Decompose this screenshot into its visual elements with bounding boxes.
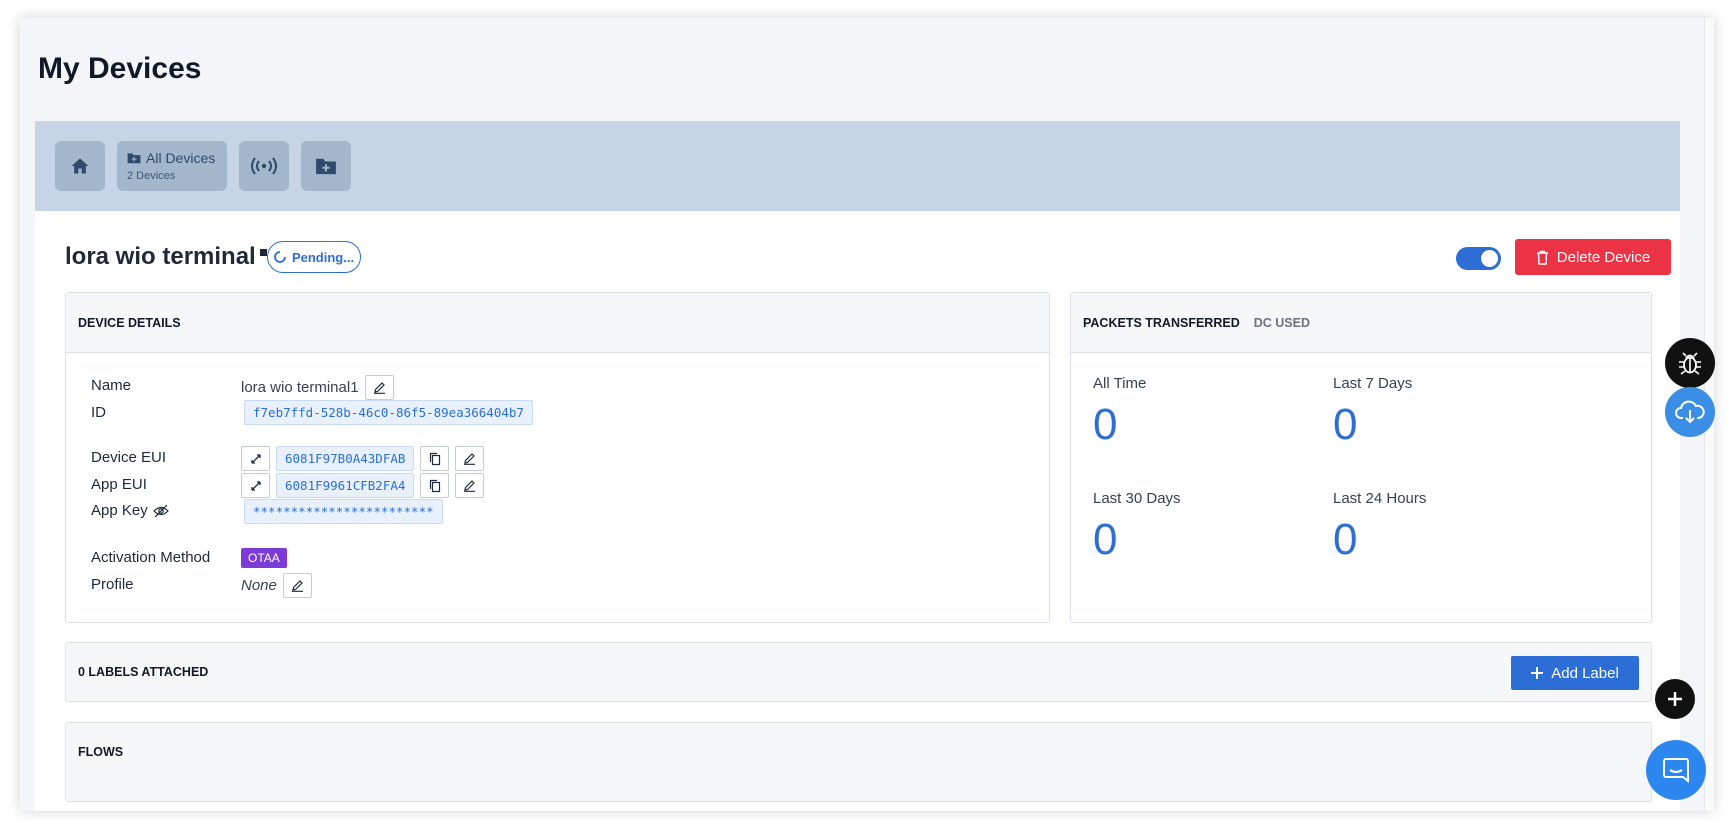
- stat-label: Last 30 Days: [1093, 490, 1181, 507]
- copy-app-eui-button[interactable]: [420, 473, 450, 498]
- copy-icon: [429, 452, 441, 465]
- stat-last-24-hours: Last 24 Hours 0: [1333, 490, 1426, 565]
- eye-slash-icon[interactable]: [152, 504, 169, 518]
- flows-card: FLOWS: [65, 722, 1652, 802]
- stat-last-7-days: Last 7 Days 0: [1333, 375, 1412, 450]
- device-title-text: lora wio terminal: [65, 243, 256, 270]
- status-badge: Pending...: [267, 241, 361, 273]
- hotspot-button[interactable]: [239, 141, 289, 191]
- device-eui-value[interactable]: 6081F97B0A43DFAB: [276, 446, 415, 471]
- broadcast-icon: [251, 157, 277, 175]
- folder-plus-icon: [316, 158, 336, 175]
- trash-icon: [1536, 250, 1548, 265]
- copy-icon: [429, 479, 441, 492]
- all-devices-label: All Devices: [146, 150, 216, 166]
- stat-value: 0: [1333, 400, 1358, 449]
- device-toolbar: All Devices 2 Devices: [35, 121, 1680, 211]
- copy-device-eui-button[interactable]: [420, 446, 450, 471]
- device-title: lora wio terminal: [65, 243, 267, 271]
- stat-last-30-days: Last 30 Days 0: [1093, 490, 1181, 565]
- debug-button[interactable]: [1665, 338, 1715, 388]
- all-devices-button[interactable]: All Devices 2 Devices: [117, 141, 227, 191]
- flows-header: FLOWS: [78, 745, 124, 759]
- name-value: lora wio terminal1: [241, 379, 359, 396]
- cloud-download-icon: [1675, 400, 1705, 424]
- chat-icon: [1663, 758, 1689, 783]
- device-enable-toggle[interactable]: [1456, 247, 1501, 270]
- stat-label: Last 7 Days: [1333, 375, 1413, 392]
- device-details-card: DEVICE DETAILS Name lora wio terminal1 I…: [65, 292, 1050, 623]
- profile-value: None: [241, 577, 277, 594]
- download-button[interactable]: [1665, 387, 1715, 437]
- add-folder-button[interactable]: [301, 141, 351, 191]
- pencil-icon: [464, 453, 476, 465]
- activation-badge: OTAA: [241, 548, 287, 568]
- edit-device-eui-button[interactable]: [455, 446, 485, 471]
- stat-label: All Time: [1093, 375, 1147, 392]
- device-content: lora wio terminal Pending... Delete Devi…: [35, 211, 1680, 811]
- labels-card: 0 LABELS ATTACHED Add Label: [65, 642, 1652, 702]
- profile-label: Profile: [91, 576, 134, 593]
- activation-label: Activation Method: [91, 549, 211, 566]
- details-header: DEVICE DETAILS: [78, 315, 181, 330]
- stat-value: 0: [1093, 400, 1118, 449]
- app-key-label-row: App Key: [91, 502, 169, 519]
- name-label: Name: [91, 377, 132, 394]
- edit-app-eui-button[interactable]: [455, 473, 485, 498]
- delete-device-button[interactable]: Delete Device: [1515, 239, 1671, 275]
- device-eui-label: Device EUI: [91, 449, 167, 466]
- edit-name-button[interactable]: [364, 375, 394, 400]
- all-devices-count: 2 Devices: [127, 170, 176, 182]
- plus-icon: [1668, 692, 1682, 706]
- expand-app-eui-button[interactable]: [241, 473, 270, 498]
- home-icon: [71, 158, 89, 174]
- chat-support-button[interactable]: [1646, 740, 1706, 800]
- pencil-icon: [464, 480, 476, 492]
- folder-icon: [127, 153, 141, 164]
- app-eui-value[interactable]: 6081F9961CFB2FA4: [276, 473, 415, 498]
- stat-value: 0: [1333, 515, 1358, 564]
- bug-icon: [1679, 352, 1701, 375]
- id-label: ID: [91, 404, 106, 421]
- delete-device-label: Delete Device: [1556, 248, 1651, 266]
- quick-add-button[interactable]: [1655, 679, 1695, 719]
- home-button[interactable]: [55, 141, 105, 191]
- tab-packets-transferred[interactable]: PACKETS TRANSFERRED: [1083, 316, 1240, 330]
- app-key-label: App Key: [91, 502, 148, 519]
- title-marker: [259, 248, 267, 256]
- expand-icon: [250, 480, 261, 491]
- status-text: Pending...: [291, 249, 355, 265]
- page-title: My Devices: [38, 52, 202, 85]
- labels-header: 0 LABELS ATTACHED: [78, 665, 209, 679]
- spinner-icon: [274, 251, 286, 263]
- tab-dc-used[interactable]: DC USED: [1254, 316, 1310, 330]
- expand-device-eui-button[interactable]: [241, 446, 270, 471]
- expand-icon: [250, 453, 261, 464]
- id-value[interactable]: f7eb7ffd-528b-46c0-86f5-89ea366404b7: [244, 400, 533, 425]
- add-label-button[interactable]: Add Label: [1511, 656, 1639, 690]
- add-label-text: Add Label: [1551, 664, 1619, 682]
- packets-card: PACKETS TRANSFERRED DC USED All Time 0 L…: [1070, 292, 1652, 623]
- stat-label: Last 24 Hours: [1333, 490, 1427, 507]
- app-eui-label: App EUI: [91, 476, 147, 493]
- pencil-icon: [373, 382, 385, 394]
- stat-value: 0: [1093, 515, 1118, 564]
- toggle-knob: [1481, 250, 1498, 267]
- pencil-icon: [291, 580, 303, 592]
- stat-all-time: All Time 0: [1093, 375, 1146, 450]
- edit-profile-button[interactable]: [282, 573, 312, 598]
- plus-icon: [1531, 667, 1544, 679]
- app-window: My Devices All Devices 2 Devices lora wi…: [20, 18, 1714, 811]
- app-key-value[interactable]: ************************: [244, 499, 443, 524]
